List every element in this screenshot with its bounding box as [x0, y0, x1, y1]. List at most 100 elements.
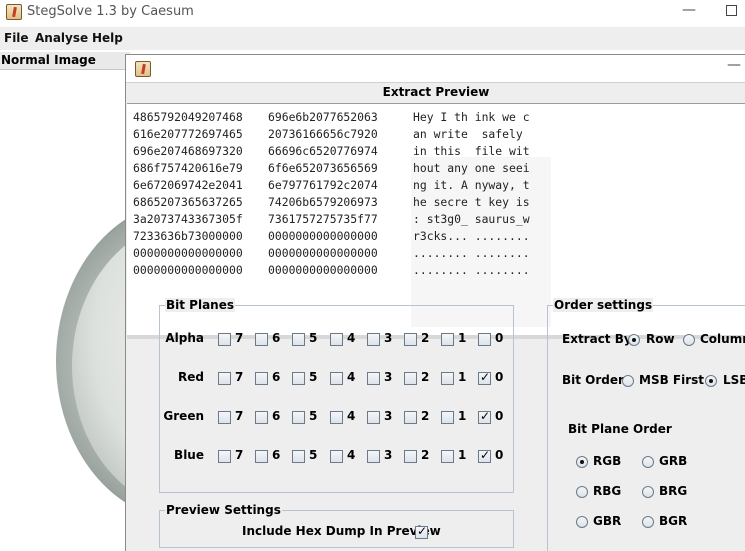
red-bit-2-label: 2: [421, 370, 430, 384]
red-bit-5-checkbox[interactable]: [292, 372, 305, 385]
blue-bit-2-checkbox[interactable]: [404, 450, 417, 463]
green-bit-7-checkbox[interactable]: [218, 411, 231, 424]
green-bit-4-checkbox[interactable]: [330, 411, 343, 424]
lsb-radio[interactable]: [705, 375, 717, 387]
hex-col-b: 74206b6579206973: [268, 195, 378, 209]
msb-first-label[interactable]: MSB First: [639, 373, 704, 387]
green-bit-2-label: 2: [421, 409, 430, 423]
include-hex-checkbox[interactable]: [415, 524, 428, 539]
plane-order-rgb-radio[interactable]: [576, 456, 588, 468]
maximize-button[interactable]: [726, 5, 737, 16]
extract-minimize-button[interactable]: —: [727, 57, 741, 73]
blue-bit-6-checkbox[interactable]: [255, 450, 268, 463]
menu-analyse[interactable]: Analyse: [35, 31, 88, 45]
plane-order-bgr-radio[interactable]: [642, 516, 654, 528]
blue-bit-1-checkbox[interactable]: [441, 450, 454, 463]
alpha-bit-7-label: 7: [235, 331, 244, 345]
alpha-bit-0-checkbox[interactable]: [478, 333, 491, 346]
bit-planes-title: Bit Planes: [165, 298, 236, 312]
blue-bit-7-checkbox[interactable]: [218, 450, 231, 463]
msb-first-radio[interactable]: [622, 375, 634, 387]
red-bit-4-checkbox[interactable]: [330, 372, 343, 385]
channel-label-blue: Blue: [174, 448, 204, 462]
blue-bit-2-label: 2: [421, 448, 430, 462]
green-bit-2-checkbox[interactable]: [404, 411, 417, 424]
red-bit-1-checkbox[interactable]: [441, 372, 454, 385]
hex-col-b: 20736166656c7920: [268, 127, 378, 141]
green-bit-5-checkbox[interactable]: [292, 411, 305, 424]
hex-col-b: 7361757275735f77: [268, 212, 378, 226]
red-bit-3-checkbox[interactable]: [367, 372, 380, 385]
extract-preview-heading: Extract Preview: [382, 85, 490, 99]
plane-order-gbr-label[interactable]: GBR: [593, 514, 621, 528]
extract-titlebar: —: [126, 55, 745, 83]
plane-order-gbr-radio[interactable]: [576, 516, 588, 528]
channel-label-green: Green: [163, 409, 204, 423]
main-titlebar: StegSolve 1.3 by Caesum —: [0, 0, 745, 26]
extract-by-row-label[interactable]: Row: [646, 332, 675, 346]
hex-col-a: 3a2073743367305f: [133, 212, 243, 226]
hex-col-a: 6865207365637265: [133, 195, 243, 209]
green-bit-3-checkbox[interactable]: [367, 411, 380, 424]
hex-col-a: 6e672069742e2041: [133, 178, 243, 192]
alpha-bit-1-label: 1: [458, 331, 467, 345]
alpha-bit-7-checkbox[interactable]: [218, 333, 231, 346]
red-bit-0-checkbox[interactable]: [478, 370, 491, 385]
green-bit-6-checkbox[interactable]: [255, 411, 268, 424]
alpha-bit-3-checkbox[interactable]: [367, 333, 380, 346]
hex-col-b: 66696c6520776974: [268, 144, 378, 158]
green-bit-4-label: 4: [347, 409, 356, 423]
plane-order-grb-radio[interactable]: [642, 456, 654, 468]
plane-order-brg-label[interactable]: BRG: [659, 484, 687, 498]
red-bit-7-checkbox[interactable]: [218, 372, 231, 385]
red-bit-2-checkbox[interactable]: [404, 372, 417, 385]
red-bit-1-label: 1: [458, 370, 467, 384]
green-bit-0-checkbox[interactable]: [478, 409, 491, 424]
extract-by-row-radio[interactable]: [628, 334, 640, 346]
green-bit-1-checkbox[interactable]: [441, 411, 454, 424]
extract-preview-window: — Extract Preview 4865792049207468 696e6b…: [125, 54, 745, 551]
alpha-bit-1-checkbox[interactable]: [441, 333, 454, 346]
blue-bit-5-checkbox[interactable]: [292, 450, 305, 463]
blue-bit-3-checkbox[interactable]: [367, 450, 380, 463]
bit-order-label: Bit Order: [562, 373, 624, 387]
plane-order-rgb-label[interactable]: RGB: [593, 454, 621, 468]
alpha-bit-4-checkbox[interactable]: [330, 333, 343, 346]
hex-col-a: 4865792049207468: [133, 110, 243, 124]
alpha-bit-6-checkbox[interactable]: [255, 333, 268, 346]
extract-by-column-label[interactable]: Column: [700, 332, 745, 346]
alpha-bit-3-label: 3: [384, 331, 393, 345]
hex-col-a: 0000000000000000: [133, 246, 243, 260]
window-title: StegSolve 1.3 by Caesum: [27, 4, 194, 19]
red-bit-6-checkbox[interactable]: [255, 372, 268, 385]
minimize-button[interactable]: —: [682, 2, 696, 18]
extract-by-column-radio[interactable]: [683, 334, 695, 346]
hex-col-b: 0000000000000000: [268, 263, 378, 277]
menu-file[interactable]: File: [4, 31, 29, 45]
plane-order-brg-radio[interactable]: [642, 486, 654, 498]
blue-bit-7-label: 7: [235, 448, 244, 462]
menu-help[interactable]: Help: [92, 31, 123, 45]
red-bit-5-label: 5: [309, 370, 318, 384]
alpha-bit-4-label: 4: [347, 331, 356, 345]
ascii-text: r3cks... ........: [413, 229, 530, 243]
red-bit-6-label: 6: [272, 370, 281, 384]
hex-col-b: 0000000000000000: [268, 246, 378, 260]
green-bit-1-label: 1: [458, 409, 467, 423]
plane-order-bgr-label[interactable]: BGR: [659, 514, 687, 528]
blue-bit-3-label: 3: [384, 448, 393, 462]
blue-bit-4-checkbox[interactable]: [330, 450, 343, 463]
extract-window-icon: [135, 61, 151, 77]
lsb-label[interactable]: LSB: [723, 373, 745, 387]
hex-col-b: 6f6e652073656569: [268, 161, 378, 175]
alpha-bit-2-checkbox[interactable]: [404, 333, 417, 346]
alpha-bit-5-checkbox[interactable]: [292, 333, 305, 346]
bit-plane-order-label: Bit Plane Order: [568, 422, 672, 436]
blue-bit-0-checkbox[interactable]: [478, 448, 491, 463]
plane-order-rbg-radio[interactable]: [576, 486, 588, 498]
alpha-bit-0-label: 0: [495, 331, 504, 345]
blue-bit-1-label: 1: [458, 448, 467, 462]
plane-order-rbg-label[interactable]: RBG: [593, 484, 621, 498]
blue-bit-4-label: 4: [347, 448, 356, 462]
plane-order-grb-label[interactable]: GRB: [659, 454, 687, 468]
